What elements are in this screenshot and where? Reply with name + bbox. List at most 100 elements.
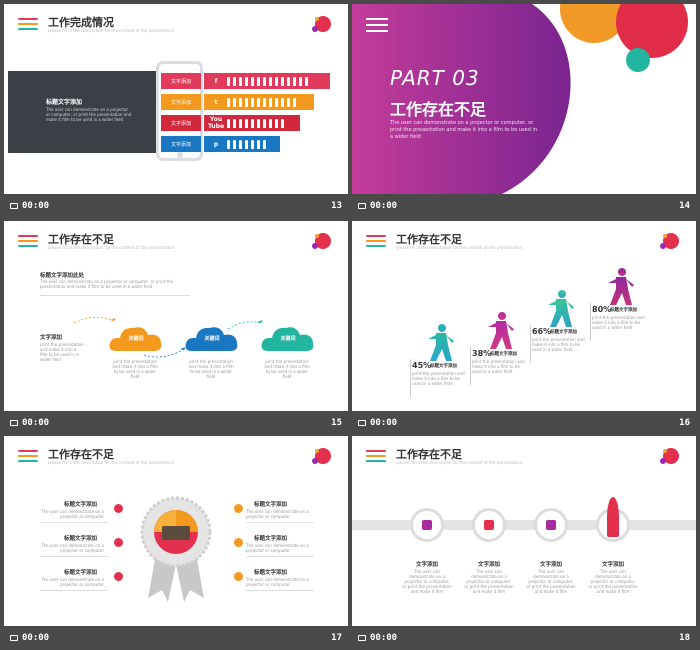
slide-footer: 00:00 13 xyxy=(4,194,348,218)
person-icon xyxy=(251,139,254,149)
item-title: 标题文字添加 xyxy=(254,570,288,576)
person-icon xyxy=(239,118,242,128)
bubble-logo-icon xyxy=(312,16,331,32)
social-bar: You Tube xyxy=(204,115,300,131)
item-title: 文字添加 xyxy=(477,562,500,568)
social-icon: t xyxy=(214,98,218,106)
slide-thumbnail-17[interactable]: 工作存在不足 please fill in the description fo… xyxy=(4,436,348,650)
social-icon: You Tube xyxy=(208,116,225,130)
person-icon xyxy=(227,76,230,86)
slide-thumbnail-16[interactable]: 工作存在不足 please fill in the description fo… xyxy=(352,221,696,435)
person-icon xyxy=(257,97,260,107)
step-divider xyxy=(470,347,471,385)
slide-thumbnail-15[interactable]: 工作存在不足 please fill in the description fo… xyxy=(4,221,348,435)
slide-subtitle: please fill in the description for the c… xyxy=(396,245,523,250)
copy-icon xyxy=(410,508,444,542)
slide-footer: 00:00 16 xyxy=(352,411,696,435)
slide-thumbnail-13[interactable]: 工作完成情况 please fill in the description fo… xyxy=(4,4,348,218)
person-icon xyxy=(245,139,248,149)
cloud-text: print the presentation and make it into … xyxy=(264,359,310,379)
item-title: 标题文字添加 xyxy=(64,502,98,508)
slide-number: 13 xyxy=(331,201,342,211)
section-title: 工作存在不足 xyxy=(390,100,487,119)
person-icon xyxy=(293,76,296,86)
slide-number: 17 xyxy=(331,633,342,643)
bar-label: 文字添加 xyxy=(161,94,201,110)
text-box: 标题文字添加 The user can demonstrate on a pro… xyxy=(8,71,156,153)
person-icon xyxy=(269,97,272,107)
person-icon xyxy=(287,97,290,107)
person-icon xyxy=(281,76,284,86)
social-bar: f xyxy=(204,73,330,89)
cloud-label: 关键词 xyxy=(280,336,296,342)
slide-18: 工作存在不足 please fill in the description fo… xyxy=(352,436,696,626)
clock-icon xyxy=(10,420,18,426)
item-divider xyxy=(246,522,314,523)
award-badge-icon xyxy=(140,496,212,602)
rocket-icon xyxy=(596,497,630,542)
item-text: The user can demonstrate on a projector … xyxy=(402,569,452,594)
step-divider xyxy=(530,325,531,363)
step-label: 标题文字添加 xyxy=(610,308,637,313)
step-divider xyxy=(410,359,411,397)
slide-number: 16 xyxy=(679,418,690,428)
person-icon xyxy=(251,76,254,86)
social-bar: p xyxy=(204,136,280,152)
slide-footer: 00:00 15 xyxy=(4,411,348,435)
clock-icon xyxy=(358,635,366,641)
slide-number: 18 xyxy=(679,633,690,643)
item-divider xyxy=(246,556,314,557)
bubble-logo-icon xyxy=(660,233,679,249)
paint-roller-icon xyxy=(472,508,506,542)
slide-subtitle: please fill in the description for the c… xyxy=(396,460,523,465)
part-label: PART 03 xyxy=(390,66,480,90)
wrench-icon xyxy=(534,508,568,542)
clock-icon xyxy=(358,203,366,209)
slide-13: 工作完成情况 please fill in the description fo… xyxy=(4,4,348,194)
person-icon xyxy=(233,76,236,86)
slide-subtitle: please fill in the description for the c… xyxy=(48,28,175,33)
runner-silhouette-icon xyxy=(428,324,454,361)
step-label: 标题文字添加 xyxy=(490,352,517,357)
item-title: 文字添加 xyxy=(539,562,562,568)
step-text: print the presentation and make it into … xyxy=(532,337,585,352)
person-icon xyxy=(239,76,242,86)
item-title: 文字添加 xyxy=(601,562,624,568)
clock-icon xyxy=(358,420,366,426)
person-icon xyxy=(227,118,230,128)
slide-thumbnail-18[interactable]: 工作存在不足 please fill in the description fo… xyxy=(352,436,696,650)
item-title: 标题文字添加 xyxy=(64,570,98,576)
menu-lines-icon xyxy=(366,235,386,250)
item-bullet-icon xyxy=(234,572,243,581)
person-icon xyxy=(245,118,248,128)
menu-lines-icon xyxy=(366,450,386,465)
social-bar: t xyxy=(204,94,314,110)
person-icon xyxy=(251,97,254,107)
step-text: print the presentation and make it into … xyxy=(592,315,645,330)
person-icon xyxy=(281,97,284,107)
menu-icon[interactable] xyxy=(366,18,388,32)
slide-footer: 00:00 14 xyxy=(352,194,696,218)
person-icon xyxy=(233,97,236,107)
social-icon: p xyxy=(213,140,219,148)
percent-value: 80% xyxy=(592,305,612,314)
slide-16: 工作存在不足 please fill in the description fo… xyxy=(352,221,696,411)
item-text: The user can demonstrate on a projector … xyxy=(588,569,638,594)
person-icon xyxy=(251,118,254,128)
item-title: 标题文字添加 xyxy=(64,536,98,542)
bubble-logo-icon xyxy=(660,448,679,464)
item-bullet-icon xyxy=(114,572,123,581)
slide-14: PART 03 工作存在不足 The user can demonstrate … xyxy=(352,4,696,194)
box-title: 标题文字添加 xyxy=(46,99,83,106)
runner-silhouette-icon xyxy=(488,312,514,349)
person-icon xyxy=(239,97,242,107)
timeline-band xyxy=(352,520,696,530)
bar-label: 文字添加 xyxy=(161,115,201,131)
person-icon xyxy=(257,76,260,86)
person-icon xyxy=(233,139,236,149)
slide-thumbnail-14[interactable]: PART 03 工作存在不足 The user can demonstrate … xyxy=(352,4,696,218)
person-icon xyxy=(275,118,278,128)
item-divider xyxy=(246,590,314,591)
step-label: 标题文字添加 xyxy=(550,330,577,335)
person-icon xyxy=(227,97,230,107)
